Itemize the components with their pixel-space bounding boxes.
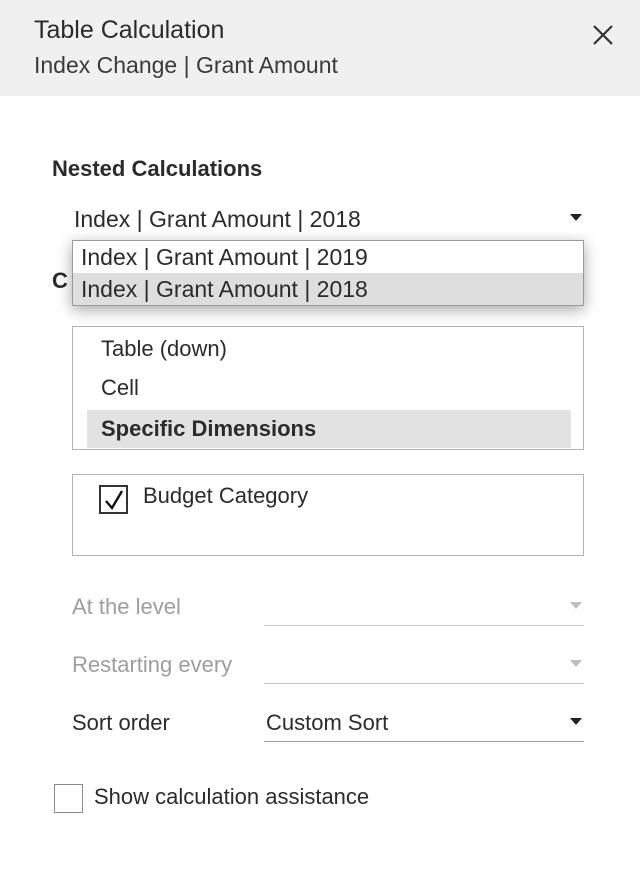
at-the-level-label: At the level bbox=[72, 594, 181, 619]
nested-calculations-label: Nested Calculations bbox=[52, 156, 263, 181]
caret-down-icon bbox=[570, 660, 582, 667]
dialog-subtitle: Index Change | Grant Amount bbox=[34, 52, 338, 78]
nested-calculation-select[interactable]: Index | Grant Amount | 2018 bbox=[72, 200, 584, 236]
close-icon bbox=[593, 25, 613, 45]
at-the-level-row: At the level bbox=[72, 586, 584, 626]
dimension-label: Budget Category bbox=[143, 483, 309, 508]
caret-down-icon bbox=[570, 718, 582, 725]
caret-down-icon bbox=[570, 602, 582, 609]
dialog-header: Table Calculation Index Change | Grant A… bbox=[0, 0, 640, 96]
close-button[interactable] bbox=[588, 20, 618, 50]
dropdown-option-selected[interactable]: Index | Grant Amount | 2018 bbox=[73, 273, 583, 305]
restarting-every-label: Restarting every bbox=[72, 652, 233, 677]
compute-item-cell[interactable]: Cell bbox=[87, 369, 571, 407]
checkmark-icon bbox=[105, 490, 124, 511]
dialog-title: Table Calculation bbox=[34, 16, 225, 44]
nested-calculation-value: Index | Grant Amount | 2018 bbox=[74, 206, 361, 232]
calculation-assistance-label: Show calculation assistance bbox=[94, 784, 370, 809]
compute-using-label: C bbox=[52, 268, 68, 293]
sort-order-select[interactable]: Custom Sort bbox=[264, 702, 584, 742]
restarting-every-row: Restarting every bbox=[72, 644, 584, 684]
dimension-checkbox[interactable] bbox=[99, 485, 128, 514]
sort-order-row: Sort order Custom Sort bbox=[72, 702, 584, 742]
caret-down-icon bbox=[570, 214, 582, 221]
sort-order-value: Custom Sort bbox=[266, 710, 389, 735]
nested-calculation-dropdown[interactable]: Index | Grant Amount | 2019 Index | Gran… bbox=[72, 240, 584, 306]
compute-using-list: Table (down) Cell Specific Dimensions bbox=[72, 326, 584, 450]
restarting-every-select bbox=[264, 644, 584, 684]
calculation-assistance-checkbox[interactable] bbox=[54, 784, 83, 813]
dimensions-list: Budget Category bbox=[72, 474, 584, 556]
at-the-level-select bbox=[264, 586, 584, 626]
sort-order-label: Sort order bbox=[72, 710, 170, 735]
compute-item-table-down[interactable]: Table (down) bbox=[87, 330, 571, 368]
dropdown-option[interactable]: Index | Grant Amount | 2019 bbox=[73, 241, 583, 273]
compute-item-specific-dimensions[interactable]: Specific Dimensions bbox=[87, 410, 571, 448]
